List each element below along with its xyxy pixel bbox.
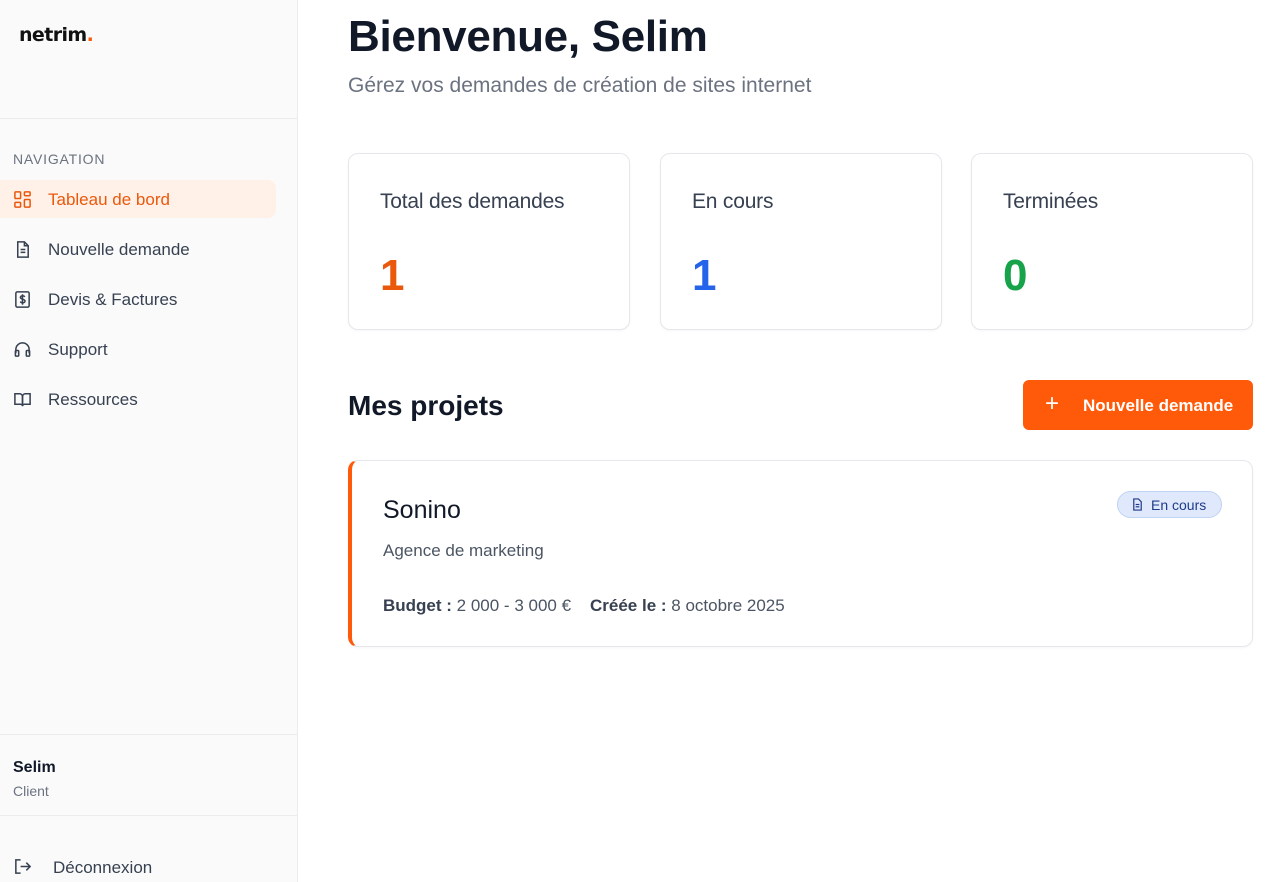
sidebar-divider (0, 118, 298, 119)
logout-button[interactable]: Déconnexion (13, 855, 273, 881)
headphones-icon (14, 342, 31, 357)
sidebar-item-label: Nouvelle demande (48, 240, 190, 259)
user-role: Client (13, 783, 49, 799)
document-icon (1133, 498, 1142, 511)
project-created: Créée le : 8 octobre 2025 (590, 596, 785, 616)
plus-icon: + (1045, 390, 1060, 417)
new-request-label: Nouvelle demande (1083, 396, 1234, 415)
stat-label: Total des demandes (380, 190, 565, 213)
sidebar-item-label: Ressources (48, 390, 138, 409)
logout-label: Déconnexion (53, 858, 153, 877)
project-card[interactable]: Sonino Agence de marketing Budget : 2 00… (348, 460, 1253, 647)
stat-label: En cours (692, 190, 774, 213)
budget-label: Budget : (383, 596, 452, 615)
brand-logo[interactable]: netrim. (19, 24, 94, 46)
sidebar-divider (0, 815, 298, 816)
dashboard-grid-icon (14, 191, 31, 208)
stat-value: 0 (1003, 251, 1028, 300)
brand-name: netrim (19, 24, 87, 46)
page-subtitle: Gérez vos demandes de création de sites … (348, 74, 812, 97)
new-request-button[interactable]: + Nouvelle demande (1023, 380, 1253, 430)
created-label: Créée le : (590, 596, 667, 615)
logout-icon (15, 859, 32, 874)
sidebar-item-support[interactable]: Support (0, 330, 276, 368)
status-badge-label: En cours (1151, 497, 1207, 513)
stat-card-total: Total des demandes 1 (348, 153, 630, 330)
projects-section-title: Mes projets (348, 390, 504, 421)
sidebar-item-resources[interactable]: Ressources (0, 380, 276, 418)
sidebar-item-label: Tableau de bord (48, 190, 170, 209)
sidebar-item-new-request[interactable]: Nouvelle demande (0, 230, 276, 268)
sidebar-item-invoices[interactable]: Devis & Factures (0, 280, 276, 318)
brand-dot: . (86, 24, 94, 46)
sidebar-divider (0, 734, 298, 735)
sidebar-item-label: Devis & Factures (48, 290, 178, 309)
nav-heading: NAVIGATION (13, 151, 106, 167)
invoice-dollar-icon (15, 291, 30, 308)
project-name: Sonino (383, 496, 461, 524)
document-icon (16, 241, 29, 258)
sidebar: netrim. NAVIGATION Tableau de bord Nouve… (0, 0, 298, 882)
stat-card-in-progress: En cours 1 (660, 153, 942, 330)
budget-value: 2 000 - 3 000 € (456, 596, 572, 615)
sidebar-item-label: Support (48, 340, 108, 359)
stat-card-completed: Terminées 0 (971, 153, 1253, 330)
sidebar-nav: Tableau de bord Nouvelle demande Devis &… (0, 180, 298, 430)
project-budget: Budget : 2 000 - 3 000 € (383, 596, 571, 616)
stat-label: Terminées (1003, 190, 1099, 213)
sidebar-item-dashboard[interactable]: Tableau de bord (0, 180, 276, 218)
open-book-icon (14, 393, 31, 407)
stat-value: 1 (380, 251, 405, 300)
stat-value: 1 (692, 251, 717, 300)
page-title: Bienvenue, Selim (348, 12, 708, 61)
created-value: 8 octobre 2025 (671, 596, 785, 615)
project-description: Agence de marketing (383, 541, 544, 560)
status-badge: En cours (1117, 491, 1222, 518)
user-name: Selim (13, 759, 56, 776)
